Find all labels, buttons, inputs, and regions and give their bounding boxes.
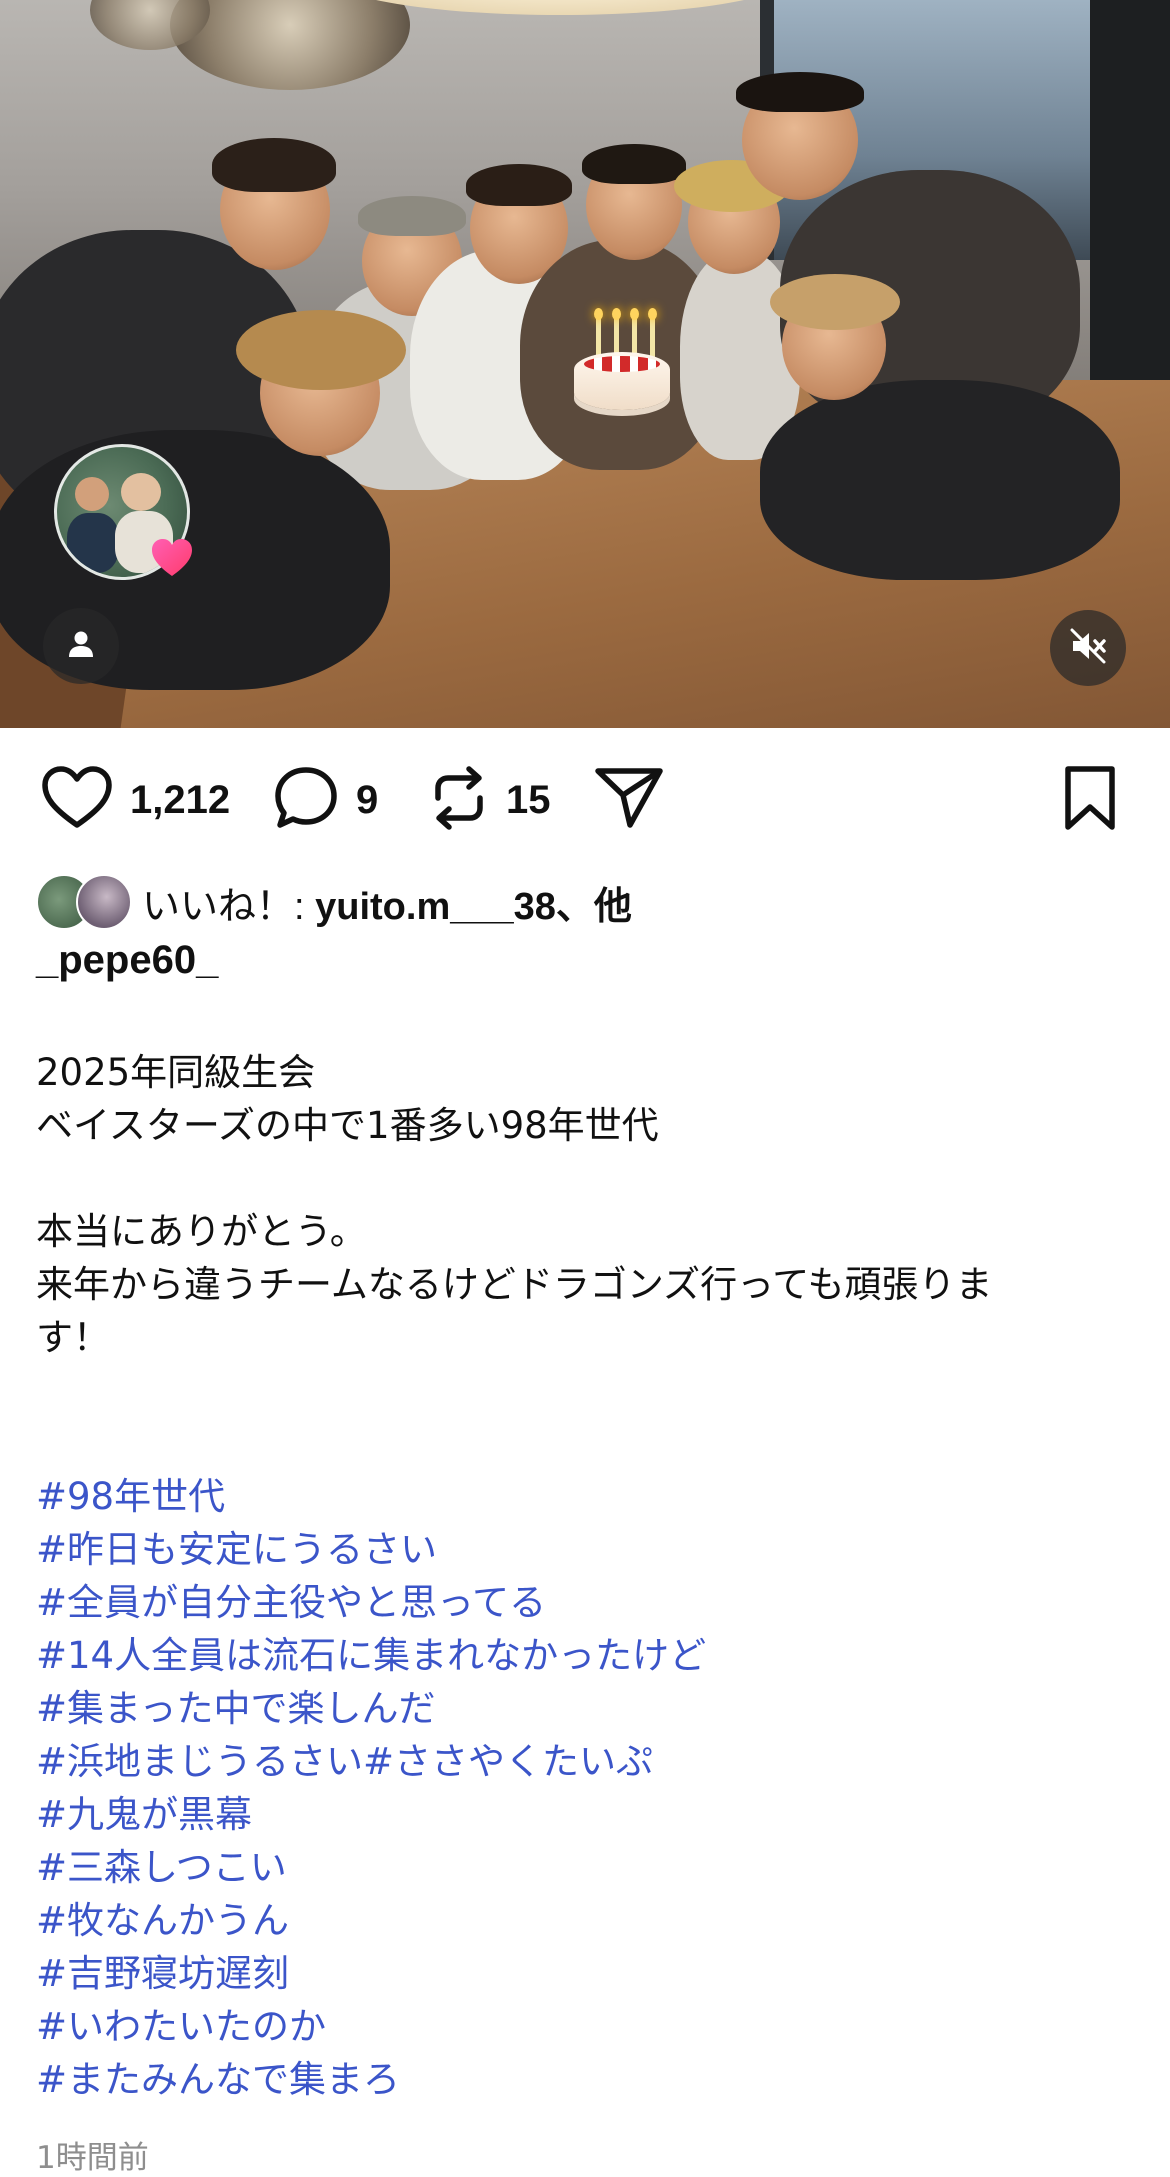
- liker-avatars: [36, 874, 132, 930]
- repost-button[interactable]: 15: [428, 760, 551, 840]
- avatar-face: [75, 477, 109, 511]
- hashtag-link[interactable]: #14人全員は流石に集まれなかったけど: [36, 1629, 1116, 1682]
- photo-hair: [736, 72, 864, 112]
- photo-hair: [236, 310, 406, 390]
- heart-icon: [150, 538, 194, 578]
- person-icon: [66, 629, 96, 663]
- avatar: [76, 874, 132, 930]
- liked-by-text: いいね！: yuito.m___38、他: [142, 875, 632, 930]
- post-caption: 2025年同級生会 ベイスターズの中で1番多い98年世代 本当にありがとう。 来…: [36, 1046, 1116, 2106]
- avatar-face: [121, 473, 161, 511]
- hashtag-link[interactable]: #全員が自分主役やと思ってる: [36, 1576, 1116, 1629]
- photo-hair: [358, 196, 466, 236]
- photo-hair: [582, 144, 686, 184]
- comment-count: 9: [356, 777, 379, 822]
- hashtag-link[interactable]: #浜地まじうるさい#ささやくたいぷ: [36, 1735, 1116, 1788]
- repost-icon: [428, 764, 490, 836]
- send-icon: [594, 765, 664, 835]
- birthday-cake: [574, 352, 670, 410]
- post-action-bar: 1,212 9 15: [0, 760, 1170, 840]
- hashtag-link[interactable]: #集まった中で楽しんだ: [36, 1682, 1116, 1735]
- photo-hair: [770, 274, 900, 330]
- avatar-figure: [67, 513, 119, 573]
- candle: [648, 308, 657, 358]
- hashtag-link[interactable]: #三森しつこい: [36, 1841, 1116, 1894]
- post-photo[interactable]: [0, 0, 1170, 728]
- mute-button[interactable]: [1050, 610, 1126, 686]
- liked-by-prefix: いいね！:: [142, 885, 316, 928]
- post-timestamp: 1時間前: [36, 2140, 149, 2176]
- bookmark-icon: [1060, 765, 1120, 835]
- hashtag-link[interactable]: #牧なんかうん: [36, 1894, 1116, 1947]
- save-button[interactable]: [1060, 760, 1120, 840]
- liked-by-username[interactable]: yuito.m___38: [315, 886, 556, 928]
- heart-outline-icon: [40, 765, 114, 835]
- liked-by-row[interactable]: いいね！: yuito.m___38、他: [36, 872, 632, 932]
- photo-person: [760, 380, 1120, 580]
- hashtag-link[interactable]: #九鬼が黒幕: [36, 1788, 1116, 1841]
- speaker-muted-icon: [1069, 627, 1107, 669]
- photo-hair: [212, 138, 336, 192]
- photo-hair: [466, 164, 572, 206]
- like-count: 1,212: [130, 777, 231, 822]
- caption-line: ベイスターズの中で1番多い98年世代: [36, 1104, 659, 1147]
- repost-count: 15: [506, 777, 551, 822]
- liked-by-others[interactable]: 、他: [556, 886, 632, 928]
- caption-line: す！: [36, 1316, 110, 1359]
- caption-line: 2025年同級生会: [36, 1051, 316, 1094]
- caption-line: 来年から違うチームなるけどドラゴンズ行っても頑張りま: [36, 1263, 993, 1306]
- hashtag-link[interactable]: #昨日も安定にうるさい: [36, 1523, 1116, 1576]
- comment-icon: [272, 764, 340, 836]
- candle: [594, 308, 603, 358]
- caption-line: 本当にありがとう。: [36, 1210, 367, 1253]
- hashtag-link[interactable]: #またみんなで集まろ: [36, 2053, 1116, 2106]
- post-author-username[interactable]: _pepe60_: [36, 938, 218, 983]
- hashtag-link[interactable]: #吉野寝坊遅刻: [36, 1947, 1116, 2000]
- tagged-people-button[interactable]: [43, 608, 119, 684]
- hashtag-link[interactable]: #いわたいたのか: [36, 2000, 1116, 2053]
- comment-button[interactable]: 9: [272, 760, 378, 840]
- like-button[interactable]: 1,212: [40, 760, 230, 840]
- hashtag-link[interactable]: #98年世代: [36, 1470, 1116, 1523]
- share-button[interactable]: [594, 760, 664, 840]
